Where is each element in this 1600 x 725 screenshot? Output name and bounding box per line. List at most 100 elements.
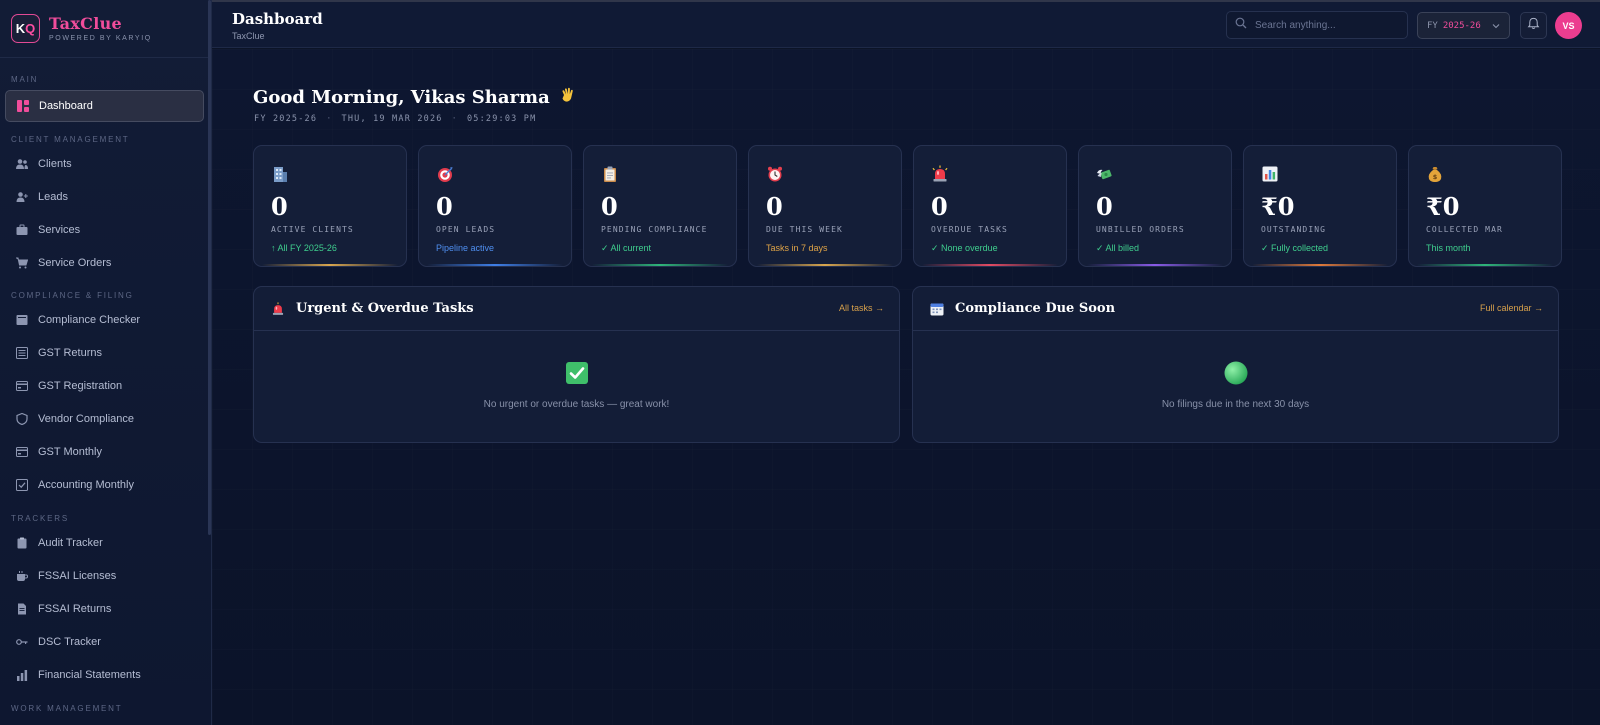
stat-label: OUTSTANDING <box>1261 225 1327 234</box>
stat-value: ₹0 <box>1426 192 1460 221</box>
clipboard-icon <box>601 165 619 183</box>
fy-text: FY 2025-26 <box>254 114 318 124</box>
calendar-icon <box>930 302 944 316</box>
time-text: 05:29:03 PM <box>466 114 537 124</box>
stat-accent-bar <box>757 264 893 266</box>
notifications-button[interactable] <box>1520 12 1547 39</box>
sidebar-item-label: Service Orders <box>38 256 112 269</box>
sidebar-scrollbar[interactable] <box>208 0 211 535</box>
sidebar-item-label: GST Returns <box>38 346 102 359</box>
brand-tagline: POWERED BY KARYIQ <box>49 35 152 42</box>
users-icon <box>15 157 29 171</box>
sidebar-item-label: Vendor Compliance <box>38 412 135 425</box>
stat-subtext: ✓ All billed <box>1096 243 1140 253</box>
alarm-clock-icon <box>766 165 784 183</box>
stat-value: ₹0 <box>1261 192 1295 221</box>
panel-title: Urgent & Overdue Tasks <box>296 301 474 316</box>
stat-subtext: ↑ All FY 2025-26 <box>271 243 337 253</box>
card-icon <box>15 445 29 459</box>
search-icon <box>1235 16 1247 34</box>
sidebar-item-financial-statements[interactable]: Financial Statements <box>0 658 211 691</box>
stat-card-outstanding[interactable]: ₹0 OUTSTANDING ✓ Fully collected <box>1243 145 1397 267</box>
check-box-icon <box>565 361 589 385</box>
panel-body: No filings due in the next 30 days <box>913 331 1558 442</box>
stat-card-active-clients[interactable]: 0 ACTIVE CLIENTS ↑ All FY 2025-26 <box>253 145 407 267</box>
inbox-icon <box>15 313 29 327</box>
urgent-tasks-panel: Urgent & Overdue Tasks All tasks → No ur… <box>253 286 900 443</box>
stat-card-pending-compliance[interactable]: 0 PENDING COMPLIANCE ✓ All current <box>583 145 737 267</box>
sidebar-item-dashboard[interactable]: Dashboard <box>5 90 204 122</box>
section-label-client-management: CLIENT MANAGEMENT <box>11 135 130 144</box>
main-content: Good Morning, Vikas Sharma FY 2025-26 · TH… <box>212 49 1600 725</box>
sidebar-item-audit-tracker[interactable]: Audit Tracker <box>0 526 211 559</box>
full-calendar-link[interactable]: Full calendar → <box>1480 303 1543 313</box>
sidebar-item-gst-registration[interactable]: GST Registration <box>0 369 211 402</box>
card-icon <box>15 379 29 393</box>
stat-label: OPEN LEADS <box>436 225 496 234</box>
sidebar-item-label: Accounting Monthly <box>38 478 134 491</box>
search-box[interactable] <box>1226 11 1408 39</box>
stat-subtext: This month <box>1426 243 1471 253</box>
section-label-work-management: WORK MANAGEMENT <box>11 704 123 713</box>
sidebar-item-label: Leads <box>38 190 68 203</box>
target-icon <box>436 165 454 183</box>
sidebar-item-clients[interactable]: Clients <box>0 147 211 180</box>
dot-separator: · <box>451 114 458 124</box>
sidebar-item-compliance-checker[interactable]: Compliance Checker <box>0 303 211 336</box>
date-line: FY 2025-26 · THU, 19 MAR 2026 · 05:29:03 PM <box>254 114 536 124</box>
cup-icon <box>15 569 29 583</box>
bell-icon <box>1527 17 1540 35</box>
stat-card-due-this-week[interactable]: 0 DUE THIS WEEK Tasks in 7 days <box>748 145 902 267</box>
siren-icon <box>931 165 949 183</box>
sidebar-item-fssai-licenses[interactable]: FSSAI Licenses <box>0 559 211 592</box>
compliance-due-panel: Compliance Due Soon Full calendar → No f… <box>912 286 1559 443</box>
stat-value: 0 <box>601 192 618 221</box>
greeting: Good Morning, Vikas Sharma <box>253 86 577 108</box>
brand-name: TaxClue <box>49 14 123 33</box>
dashboard-icon <box>16 99 30 113</box>
stat-subtext: ✓ All current <box>601 243 652 253</box>
empty-state-text: No filings due in the next 30 days <box>1161 399 1310 410</box>
shield-icon <box>15 412 29 426</box>
sidebar-item-fssai-returns[interactable]: FSSAI Returns <box>0 592 211 625</box>
sidebar-item-service-orders[interactable]: Service Orders <box>0 246 211 279</box>
panel-body: No urgent or overdue tasks — great work! <box>254 331 899 442</box>
money-wings-icon <box>1096 165 1114 183</box>
sidebar-item-dsc-tracker[interactable]: DSC Tracker <box>0 625 211 658</box>
greeting-text: Good Morning, Vikas Sharma <box>253 86 550 108</box>
dot-separator: · <box>326 114 333 124</box>
search-input[interactable] <box>1255 19 1395 31</box>
stat-accent-bar <box>922 264 1058 266</box>
stat-label: PENDING COMPLIANCE <box>601 225 708 234</box>
stat-card-collected-mar[interactable]: $ ₹0 COLLECTED MAR This month <box>1408 145 1562 267</box>
fy-label: FY <box>1427 20 1438 31</box>
fy-select[interactable]: FY 2025-26 <box>1417 12 1510 39</box>
sidebar-item-label: Financial Statements <box>38 668 141 681</box>
sidebar-item-vendor-compliance[interactable]: Vendor Compliance <box>0 402 211 435</box>
sidebar-item-label: FSSAI Licenses <box>38 569 117 582</box>
stat-subtext: ✓ None overdue <box>931 243 998 253</box>
stat-label: ACTIVE CLIENTS <box>271 225 354 234</box>
stat-card-unbilled-orders[interactable]: 0 UNBILLED ORDERS ✓ All billed <box>1078 145 1232 267</box>
sidebar-item-services[interactable]: Services <box>0 213 211 246</box>
sidebar-item-label: Audit Tracker <box>38 536 103 549</box>
stat-accent-bar <box>1087 264 1223 266</box>
sidebar-item-leads[interactable]: Leads <box>0 180 211 213</box>
all-tasks-link[interactable]: All tasks → <box>839 303 884 313</box>
sidebar-item-accounting-monthly[interactable]: Accounting Monthly <box>0 468 211 501</box>
sidebar-item-gst-returns[interactable]: GST Returns <box>0 336 211 369</box>
stat-label: OVERDUE TASKS <box>931 225 1008 234</box>
stat-card-open-leads[interactable]: 0 OPEN LEADS Pipeline active <box>418 145 572 267</box>
breadcrumb[interactable]: TaxClue <box>232 31 265 41</box>
empty-state-text: No urgent or overdue tasks — great work! <box>483 399 670 410</box>
stats-row: 0 ACTIVE CLIENTS ↑ All FY 2025-26 0 OPEN… <box>253 145 1562 267</box>
sidebar-item-gst-monthly[interactable]: GST Monthly <box>0 435 211 468</box>
stat-accent-bar <box>262 264 398 266</box>
brand[interactable]: KQ TaxClue POWERED BY KARYIQ <box>0 0 211 58</box>
file-icon <box>15 602 29 616</box>
avatar[interactable]: VS <box>1555 12 1582 39</box>
fy-value: 2025-26 <box>1442 20 1481 31</box>
sidebar-item-label: GST Registration <box>38 379 123 392</box>
sidebar: KQ TaxClue POWERED BY KARYIQ MAIN Dashbo… <box>0 0 212 725</box>
stat-card-overdue-tasks[interactable]: 0 OVERDUE TASKS ✓ None overdue <box>913 145 1067 267</box>
